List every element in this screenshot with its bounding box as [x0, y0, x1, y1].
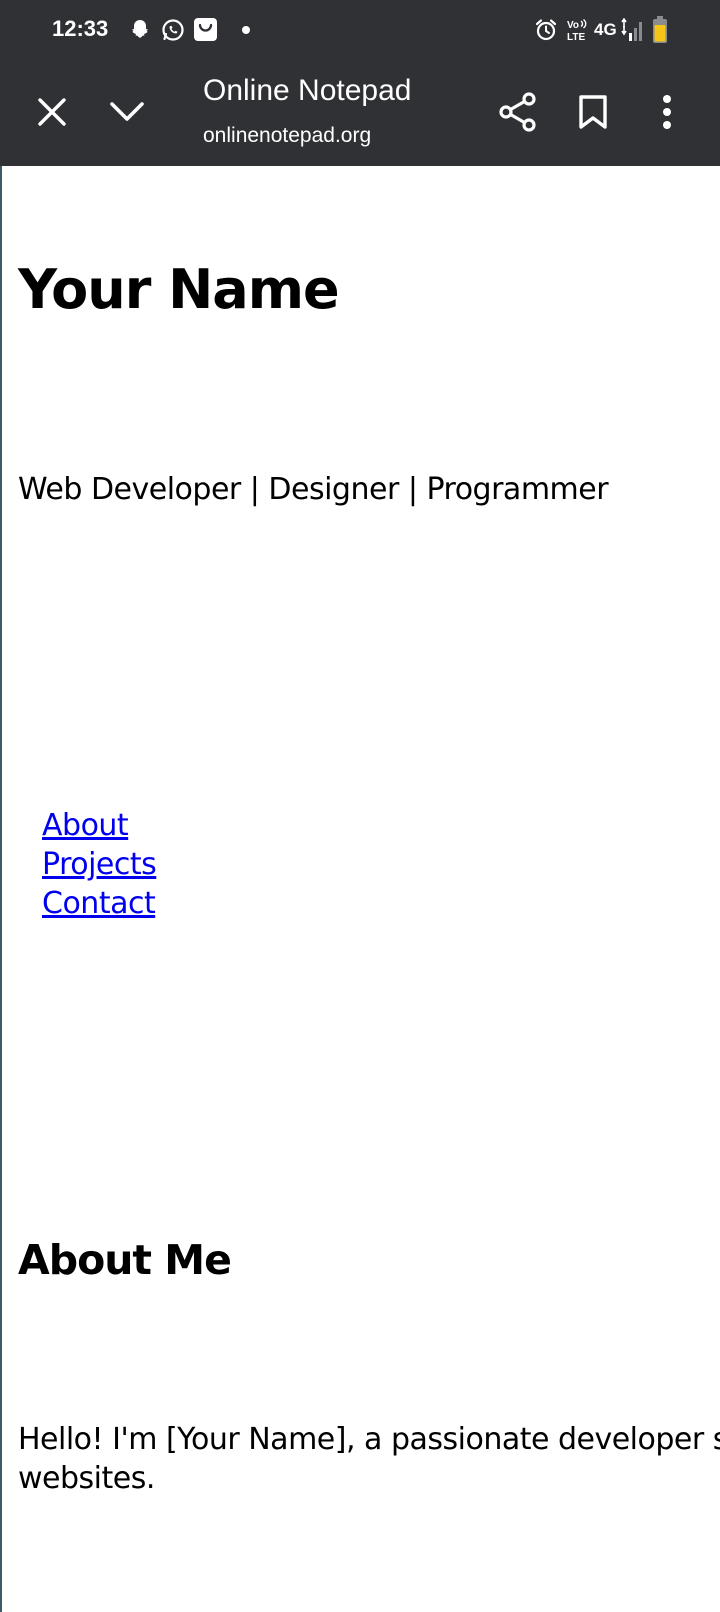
alarm-icon	[535, 19, 557, 41]
signal-icon	[621, 18, 642, 41]
close-icon[interactable]	[36, 96, 68, 128]
notification-dot-icon	[242, 26, 250, 34]
nav-item: About	[42, 808, 156, 847]
about-heading: About Me	[18, 1236, 232, 1284]
web-page: Your Name Web Developer | Designer | Pro…	[0, 166, 720, 1612]
whatsapp-icon	[162, 19, 184, 41]
about-text: Hello! I'm [Your Name], a passionate dev…	[18, 1420, 720, 1498]
chevron-down-icon[interactable]	[108, 98, 146, 124]
nav-link-projects[interactable]: Projects	[42, 847, 157, 882]
battery-icon	[653, 16, 667, 43]
network-type: 4G	[594, 20, 617, 39]
page-title: Online Notepad	[203, 74, 412, 107]
about-text-line: Hello! I'm [Your Name], a passionate dev…	[18, 1422, 720, 1457]
status-time: 12:33	[52, 16, 109, 41]
nav-link-contact[interactable]: Contact	[42, 886, 156, 921]
more-vert-icon[interactable]	[660, 94, 674, 130]
svg-text:Vo: Vo	[567, 20, 579, 31]
snapchat-icon	[132, 20, 148, 38]
volte-icon: Vo LTE	[567, 18, 587, 42]
about-text-line: websites.	[18, 1461, 155, 1496]
share-icon[interactable]	[498, 92, 538, 132]
tagline: Web Developer | Designer | Programmer	[18, 472, 609, 507]
nav-item: Contact	[42, 886, 156, 925]
site-name-heading: Your Name	[18, 258, 340, 321]
page-url[interactable]: onlinenotepad.org	[203, 124, 371, 148]
browser-toolbar: Online Notepad onlinenotepad.org	[0, 58, 720, 166]
nav-item: Projects	[42, 847, 157, 886]
status-bar: 12:33 Vo LTE 4G	[0, 0, 720, 58]
nav-link-about[interactable]: About	[42, 808, 129, 843]
shopping-bag-icon	[194, 18, 217, 41]
bookmark-icon[interactable]	[578, 94, 608, 130]
svg-text:LTE: LTE	[567, 32, 585, 42]
nav-menu: About Projects Contact	[42, 808, 157, 925]
